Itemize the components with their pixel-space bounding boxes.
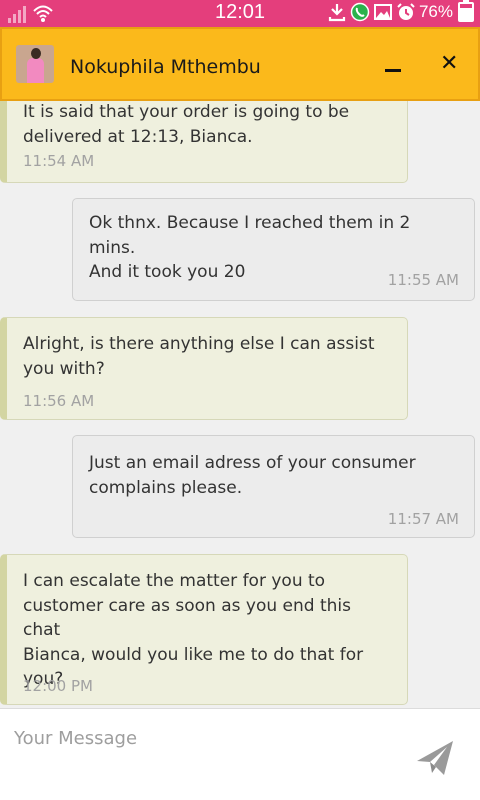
incoming-message: It is said that your order is going to b… [0,101,408,183]
status-bar: 12:01 76% [0,0,480,27]
message-composer [0,708,480,800]
message-text: Bianca, would you like me to do that for [23,644,364,665]
incoming-message: Alright, is there anything else I can as… [0,317,408,420]
message-text: you with? [23,358,105,379]
message-time: 11:55 AM [387,271,459,289]
message-text: I can escalate the matter for you to [23,571,326,591]
incoming-message: I can escalate the matter for you to cus… [0,554,408,705]
message-text: It is said that your order is going to b… [23,102,350,122]
message-time: 12:00 PM [23,677,93,695]
send-icon[interactable] [414,737,456,777]
message-time: 11:57 AM [387,510,459,528]
status-right: 76% [327,0,474,22]
battery-percent: 76% [418,2,453,21]
alarm-icon [397,3,415,20]
message-text: complains please. [89,477,243,498]
contact-name: Nokuphila Mthembu [70,56,261,78]
message-list[interactable]: It is said that your order is going to b… [0,101,480,708]
whatsapp-icon [350,2,370,22]
message-time: 11:54 AM [23,152,95,170]
download-icon [328,4,346,22]
message-text: delivered at 12:13, Bianca. [23,126,253,147]
message-text: Ok thnx. Because I reached them in 2 min… [89,213,411,258]
close-button[interactable]: ✕ [440,53,458,75]
avatar[interactable] [16,45,54,83]
message-time: 11:56 AM [23,392,95,410]
minimize-button[interactable] [385,69,401,72]
message-input[interactable] [14,723,394,753]
battery-icon [458,0,474,22]
message-text: customer care as soon as you end this ch… [23,595,351,641]
chat-header: Nokuphila Mthembu ✕ [0,27,480,101]
outgoing-message: Ok thnx. Because I reached them in 2 min… [72,198,475,301]
message-text: Alright, is there anything else I can as… [23,334,375,354]
image-icon [373,4,392,20]
outgoing-message: Just an email adress of your consumer co… [72,435,475,538]
message-text: Just an email adress of your consumer [89,453,416,473]
